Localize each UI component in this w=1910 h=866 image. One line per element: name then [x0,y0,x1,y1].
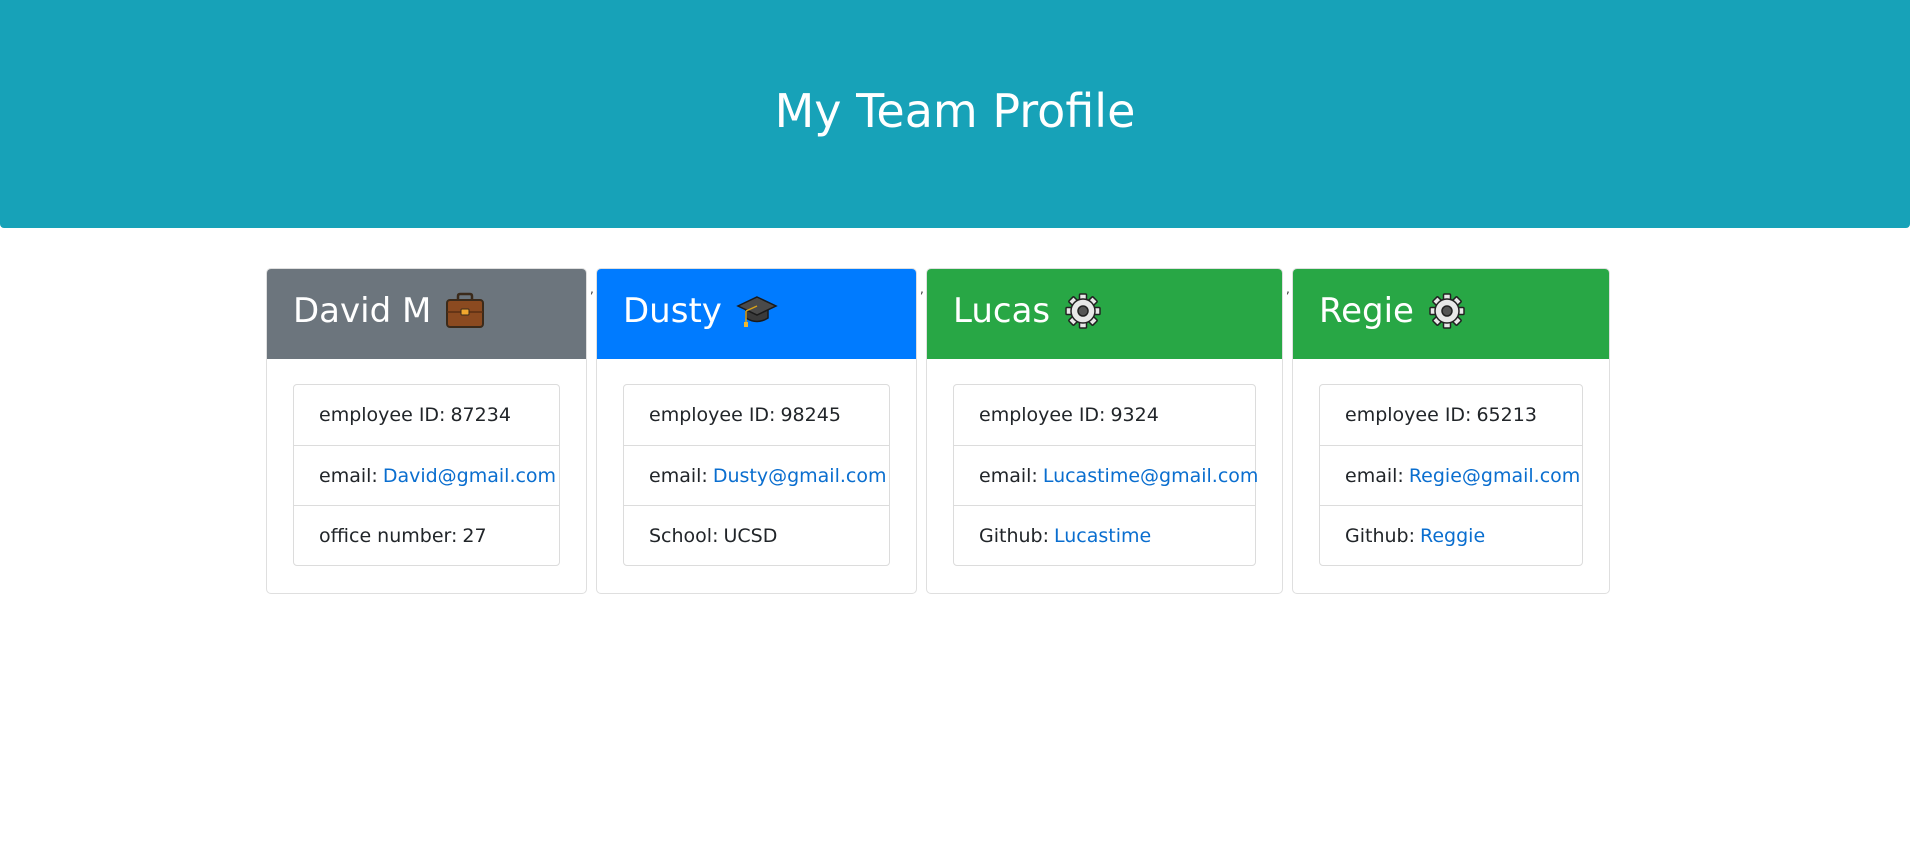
email-label: email: [1345,464,1404,487]
employee-card: Regie employee ID: 65213 email: Regie@gm… [1292,268,1610,594]
card-header: Regie [1293,269,1609,359]
employee-id-label: employee ID: [979,404,1106,426]
employee-id-row: employee ID: 65213 [1320,385,1582,445]
office-number-value: 27 [462,524,487,547]
github-label: Github: [1345,524,1415,547]
school-row: School: UCSD [624,505,889,565]
card-header: Lucas [927,269,1282,359]
email-link[interactable]: David@gmail.com [383,465,556,487]
employee-card: Lucas employee ID: 9324 email: Lucastime… [926,268,1283,594]
page-header: My Team Profile [0,0,1910,228]
email-label: email: [979,464,1038,487]
employee-id-label: employee ID: [1345,404,1472,426]
github-label: Github: [979,524,1049,547]
email-link[interactable]: Regie@gmail.com [1409,465,1580,487]
email-row: email: Dusty@gmail.com [624,445,889,505]
github-row: Github: Reggie [1320,505,1582,565]
github-link[interactable]: Lucastime [1054,525,1151,547]
card-header: David M [267,269,586,359]
employee-details: employee ID: 98245 email: Dusty@gmail.co… [623,384,890,566]
briefcase-icon [445,292,485,330]
gear-icon [1064,292,1102,330]
employee-name: Lucas [953,291,1051,331]
employee-name: Regie [1319,291,1414,331]
card-separator: , [1286,282,1290,296]
employee-name: Dusty [623,291,722,331]
card-separator: , [590,282,594,296]
card-separator: , [920,282,924,296]
office-number-label: office number: [319,524,458,547]
email-row: email: Lucastime@gmail.com [954,445,1258,505]
employee-id-value: 98245 [780,404,841,426]
employee-id-value: 65213 [1476,404,1537,426]
graduation-cap-icon [736,293,778,329]
email-label: email: [319,464,378,487]
school-label: School: [649,524,719,547]
employee-id-row: employee ID: 87234 [294,385,559,445]
employee-id-value: 9324 [1110,404,1159,426]
employee-details: employee ID: 9324 email: Lucastime@gmail… [953,384,1258,566]
email-row: email: Regie@gmail.com [1320,445,1582,505]
employee-id-row: employee ID: 9324 [954,385,1255,445]
team-cards: David M employee ID: 87234 email: David@… [0,268,1910,598]
page-title: My Team Profile [774,84,1136,138]
github-row: Github: Lucastime [954,505,1255,565]
email-row: email: David@gmail.com [294,445,559,505]
employee-details: employee ID: 65213 email: Regie@gmail.co… [1319,384,1583,566]
office-number-row: office number: 27 [294,505,559,565]
email-link[interactable]: Dusty@gmail.com [713,465,887,487]
employee-id-row: employee ID: 98245 [624,385,889,445]
gear-icon [1428,292,1466,330]
email-link[interactable]: Lucastime@gmail.com [1043,465,1259,487]
employee-name: David M [293,291,432,331]
employee-card: David M employee ID: 87234 email: David@… [266,268,587,594]
card-header: Dusty [597,269,916,359]
employee-id-value: 87234 [450,404,511,426]
github-link[interactable]: Reggie [1420,525,1485,547]
employee-details: employee ID: 87234 email: David@gmail.co… [293,384,560,566]
employee-id-label: employee ID: [649,404,776,426]
school-value: UCSD [723,524,778,547]
employee-card: Dusty employee ID: 98245 email: Dusty@gm… [596,268,917,594]
employee-id-label: employee ID: [319,404,446,426]
email-label: email: [649,464,708,487]
